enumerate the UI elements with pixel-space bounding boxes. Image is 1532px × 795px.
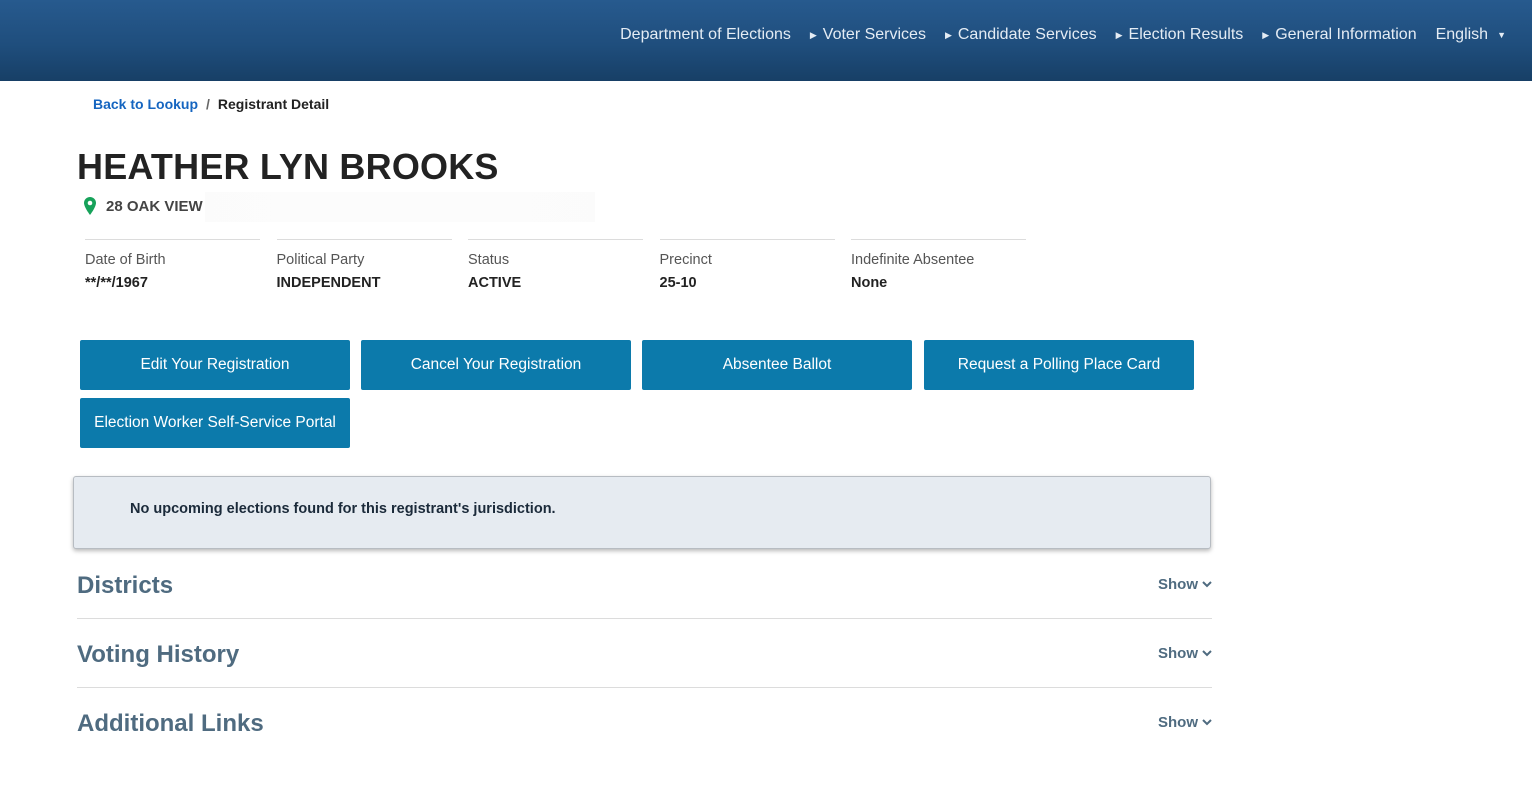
districts-show-toggle[interactable]: Show (1158, 576, 1212, 593)
cancel-registration-button[interactable]: Cancel Your Registration (361, 340, 631, 390)
chevron-down-icon (1202, 719, 1212, 726)
section-additional-links: Additional Links Show (77, 688, 1212, 757)
nav-department-of-elections[interactable]: Department of Elections (620, 25, 791, 45)
election-worker-portal-button[interactable]: Election Worker Self-Service Portal (80, 398, 350, 448)
redacted-address-area (205, 192, 595, 222)
registrant-address: 28 OAK VIEW (84, 197, 203, 215)
field-value: 25-10 (659, 275, 697, 291)
triangle-right-icon: ▶ (1115, 30, 1123, 40)
field-label: Indefinite Absentee (851, 252, 975, 268)
edit-registration-button[interactable]: Edit Your Registration (80, 340, 350, 390)
field-date-of-birth: Date of Birth **/**/1967 (85, 239, 260, 292)
nav-item-label: Candidate Services (957, 26, 1097, 43)
registrant-name: HEATHER LYN BROOKS (77, 146, 499, 187)
voting-history-show-toggle[interactable]: Show (1158, 645, 1212, 662)
caret-down-icon: ▼ (1497, 30, 1506, 40)
section-districts: Districts Show (77, 550, 1212, 619)
field-indefinite-absentee: Indefinite Absentee None (851, 239, 1026, 292)
nav-election-results[interactable]: ▶ Election Results (1116, 25, 1244, 45)
map-pin-icon (84, 197, 96, 215)
section-title: Voting History (77, 641, 240, 668)
triangle-right-icon: ▶ (944, 30, 952, 40)
nav-item-label: Department of Elections (620, 26, 791, 43)
toggle-label: Show (1158, 645, 1198, 662)
toggle-label: Show (1158, 714, 1198, 731)
registrant-info-fields: Date of Birth **/**/1967 Political Party… (85, 239, 1043, 292)
field-value: **/**/1967 (85, 275, 148, 291)
field-label: Status (468, 252, 510, 268)
language-dropdown[interactable]: English ▼ (1436, 25, 1506, 45)
breadcrumb: Back to Lookup / Registrant Detail (93, 96, 329, 112)
nav-item-label: Election Results (1128, 26, 1244, 43)
nav-general-information[interactable]: ▶ General Information (1262, 25, 1416, 45)
nav-item-label: Voter Services (822, 26, 926, 43)
language-label: English (1435, 26, 1489, 43)
additional-links-show-toggle[interactable]: Show (1158, 714, 1212, 731)
field-value: None (851, 275, 888, 291)
field-precinct: Precinct 25-10 (659, 239, 835, 292)
chevron-down-icon (1202, 650, 1212, 657)
toggle-label: Show (1158, 576, 1198, 593)
back-to-lookup-link[interactable]: Back to Lookup (93, 96, 198, 112)
triangle-right-icon: ▶ (809, 30, 817, 40)
upcoming-elections-notice: No upcoming elections found for this reg… (73, 476, 1211, 549)
section-title: Additional Links (77, 710, 264, 737)
chevron-down-icon (1202, 581, 1212, 588)
triangle-right-icon: ▶ (1262, 30, 1270, 40)
top-navigation-bar: Department of Elections ▶ Voter Services… (0, 0, 1532, 81)
breadcrumb-current: Registrant Detail (217, 96, 330, 112)
field-value: INDEPENDENT (276, 275, 381, 291)
field-label: Date of Birth (85, 252, 166, 268)
field-label: Precinct (659, 252, 712, 268)
field-label: Political Party (276, 252, 365, 268)
notice-text: No upcoming elections found for this reg… (130, 501, 556, 517)
section-title: Districts (77, 572, 174, 599)
breadcrumb-separator: / (206, 96, 210, 112)
nav-candidate-services[interactable]: ▶ Candidate Services (945, 25, 1097, 45)
nav-item-label: General Information (1275, 26, 1417, 43)
main-nav: Department of Elections ▶ Voter Services… (620, 25, 1506, 45)
field-political-party: Political Party INDEPENDENT (276, 239, 452, 292)
absentee-ballot-button[interactable]: Absentee Ballot (642, 340, 912, 390)
field-value: ACTIVE (468, 275, 522, 291)
address-text: 28 OAK VIEW (106, 197, 203, 215)
request-polling-place-card-button[interactable]: Request a Polling Place Card (924, 340, 1194, 390)
field-status: Status ACTIVE (468, 239, 643, 292)
nav-voter-services[interactable]: ▶ Voter Services (810, 25, 926, 45)
section-voting-history: Voting History Show (77, 619, 1212, 688)
